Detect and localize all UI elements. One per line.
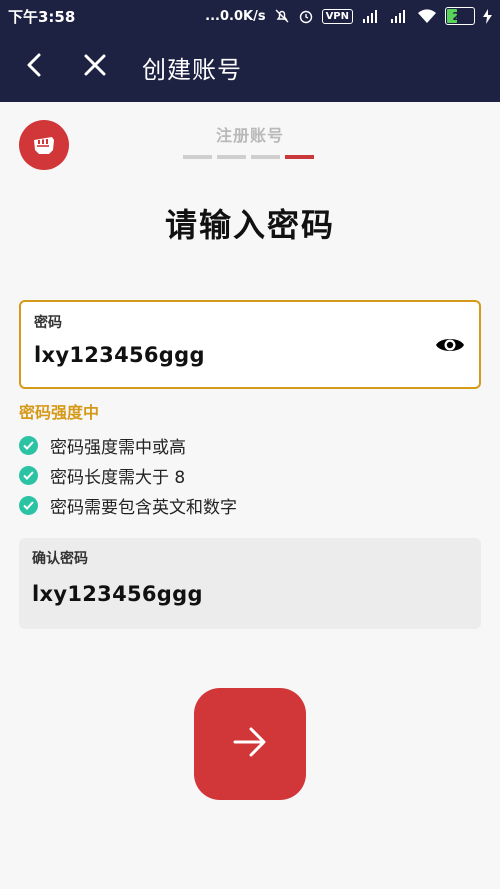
charging-icon xyxy=(483,8,492,24)
page-title: 创建账号 xyxy=(142,55,242,84)
step-progress xyxy=(183,155,314,159)
confirm-password-field[interactable]: 确认密码 lxy123456ggg xyxy=(19,538,481,629)
step-label: 注册账号 xyxy=(215,126,284,145)
progress-segment-current xyxy=(285,155,314,159)
progress-segment xyxy=(251,155,280,159)
page-heading: 请输入密码 xyxy=(164,206,335,244)
back-arrow-icon xyxy=(24,52,46,82)
status-time: 下午3:58 xyxy=(8,7,76,26)
progress-segment xyxy=(183,155,212,159)
check-icon xyxy=(19,495,38,515)
password-strength: 密码强度中 xyxy=(19,403,100,422)
rule-text: 密码长度需大于 8 xyxy=(50,467,186,488)
next-button[interactable] xyxy=(194,688,306,800)
wifi-icon xyxy=(417,8,437,24)
rule-item: 密码需要包含英文和数字 xyxy=(19,490,237,520)
status-icons: ...0.0K/s VPN 23 xyxy=(205,7,492,25)
mute-icon xyxy=(274,8,290,24)
progress-segment xyxy=(217,155,246,159)
signal-icon xyxy=(389,9,409,23)
password-field[interactable]: 密码 lxy123456ggg xyxy=(19,300,481,389)
rule-item: 密码长度需大于 8 xyxy=(19,460,237,490)
check-icon xyxy=(19,465,38,485)
app-bar: 创建账号 xyxy=(0,32,500,102)
check-icon xyxy=(19,435,38,455)
signal-hd-icon xyxy=(361,9,381,23)
rule-text: 密码需要包含英文和数字 xyxy=(50,497,237,518)
rule-item: 密码强度需中或高 xyxy=(19,430,237,460)
status-bar: 下午3:58 ...0.0K/s VPN 23 xyxy=(0,0,500,32)
confirm-password-value[interactable]: lxy123456ggg xyxy=(32,582,203,606)
password-rules: 密码强度需中或高 密码长度需大于 8 密码需要包含英文和数字 xyxy=(19,430,237,520)
close-icon xyxy=(83,53,107,81)
arrow-right-icon xyxy=(232,725,268,763)
alarm-icon xyxy=(298,8,314,24)
eye-icon[interactable] xyxy=(435,334,465,360)
rule-text: 密码强度需中或高 xyxy=(50,437,186,458)
password-label: 密码 xyxy=(34,315,62,331)
password-value[interactable]: lxy123456ggg xyxy=(34,343,205,367)
close-button[interactable] xyxy=(66,38,124,96)
battery-icon: 23 xyxy=(445,7,475,25)
back-button[interactable] xyxy=(6,38,64,96)
network-speed: ...0.0K/s xyxy=(205,8,266,24)
vpn-icon: VPN xyxy=(321,8,353,24)
confirm-password-label: 确认密码 xyxy=(32,551,88,567)
